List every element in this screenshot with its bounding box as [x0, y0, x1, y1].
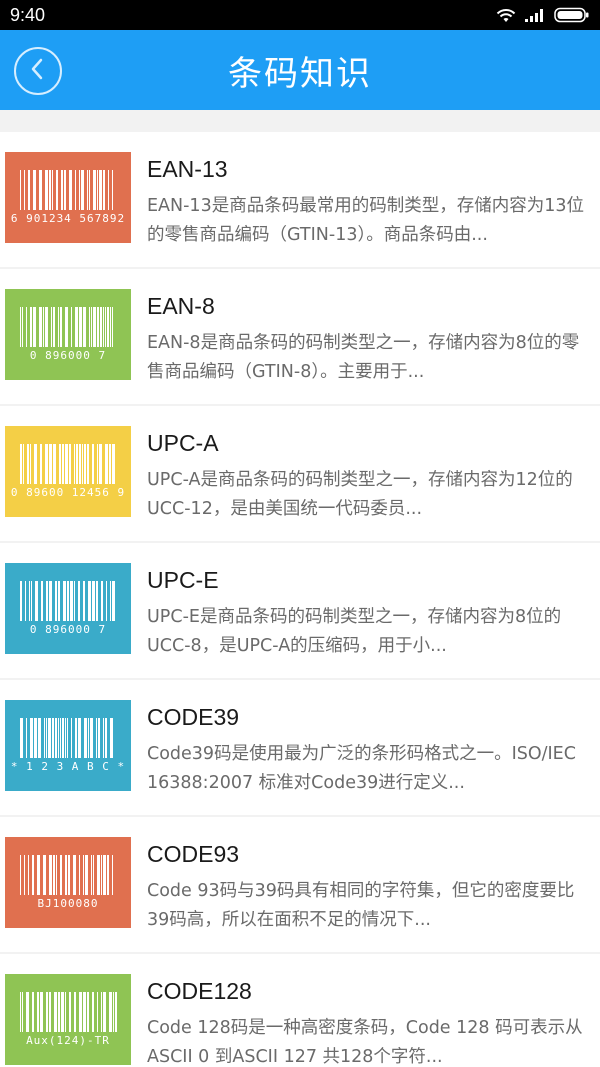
signal-icon — [524, 7, 546, 23]
item-title: CODE93 — [147, 841, 240, 867]
barcode-thumbnail: 0 896000 7 — [5, 563, 131, 654]
list-item-upce[interactable]: 0 896000 7 UPC-E UPC-E是商品条码的码制类型之一，存储内容为… — [0, 543, 600, 678]
item-description: UPC-A是商品条码的码制类型之一，存储内容为12位的UCC-12，是由美国统一… — [147, 470, 573, 519]
item-title: EAN-8 — [147, 293, 215, 319]
status-bar: 9:40 — [0, 0, 600, 30]
barcode-type-list: 6 901234 567892 EAN-13 EAN-13是商品条码最常用的码制… — [0, 110, 600, 1067]
barcode-caption: * 1 2 3 A B C * — [10, 760, 126, 773]
barcode-thumbnail: 0 89600 12456 9 — [5, 426, 131, 517]
chevron-left-icon — [28, 57, 48, 85]
item-description: Code39码是使用最为广泛的条形码格式之一。ISO/IEC 16388:200… — [147, 744, 576, 793]
battery-icon — [554, 7, 590, 23]
barcode-thumbnail: * 1 2 3 A B C * — [5, 700, 131, 791]
list-item-code39[interactable]: * 1 2 3 A B C * CODE39 Code39码是使用最为广泛的条形… — [0, 680, 600, 815]
app-header: 条码知识 — [0, 30, 600, 110]
barcode-icon — [20, 992, 117, 1032]
barcode-caption: BJ100080 — [37, 897, 99, 910]
barcode-caption: 0 896000 7 — [29, 349, 107, 362]
back-button[interactable] — [14, 47, 62, 95]
barcode-icon — [20, 444, 115, 484]
list-item-upca[interactable]: 0 89600 12456 9 UPC-A UPC-A是商品条码的码制类型之一，… — [0, 406, 600, 541]
barcode-icon — [20, 855, 113, 895]
wifi-icon — [496, 7, 516, 23]
item-description: Code 93码与39码具有相同的字符集，但它的密度要比39码高，所以在面积不足… — [147, 881, 575, 930]
item-description: EAN-8是商品条码的码制类型之一，存储内容为8位的零售商品编码（GTIN-8）… — [147, 333, 580, 382]
barcode-caption: 0 89600 12456 9 — [10, 486, 126, 499]
barcode-thumbnail: 6 901234 567892 — [5, 152, 131, 243]
item-title: EAN-13 — [147, 156, 228, 182]
item-title: UPC-A — [147, 430, 219, 456]
item-description: EAN-13是商品条码最常用的码制类型，存储内容为13位的零售商品编码（GTIN… — [147, 196, 584, 245]
list-item-ean8[interactable]: 0 896000 7 EAN-8 EAN-8是商品条码的码制类型之一，存储内容为… — [0, 269, 600, 404]
status-time: 9:40 — [10, 4, 46, 25]
barcode-icon — [20, 581, 115, 621]
barcode-icon — [20, 307, 113, 347]
barcode-thumbnail: Aux(124)-TR — [5, 974, 131, 1065]
list-item-code93[interactable]: BJ100080 CODE93 Code 93码与39码具有相同的字符集，但它的… — [0, 817, 600, 952]
item-title: UPC-E — [147, 567, 219, 593]
list-item-ean13[interactable]: 6 901234 567892 EAN-13 EAN-13是商品条码最常用的码制… — [0, 132, 600, 267]
status-icons — [496, 7, 590, 23]
page-title: 条码知识 — [228, 53, 372, 94]
barcode-icon — [20, 718, 113, 758]
barcode-caption: 0 896000 7 — [29, 623, 107, 636]
barcode-caption: 6 901234 567892 — [10, 212, 126, 225]
list-item-code128[interactable]: Aux(124)-TR CODE128 Code 128码是一种高密度条码，Co… — [0, 954, 600, 1067]
barcode-icon — [20, 170, 113, 210]
item-title: CODE128 — [147, 978, 252, 1004]
item-description: UPC-E是商品条码的码制类型之一，存储内容为8位的UCC-8，是UPC-A的压… — [147, 607, 562, 656]
barcode-caption: Aux(124)-TR — [26, 1034, 110, 1047]
item-description: Code 128码是一种高密度条码，Code 128 码可表示从 ASCII 0… — [147, 1018, 583, 1067]
item-title: CODE39 — [147, 704, 240, 730]
barcode-thumbnail: 0 896000 7 — [5, 289, 131, 380]
barcode-thumbnail: BJ100080 — [5, 837, 131, 928]
